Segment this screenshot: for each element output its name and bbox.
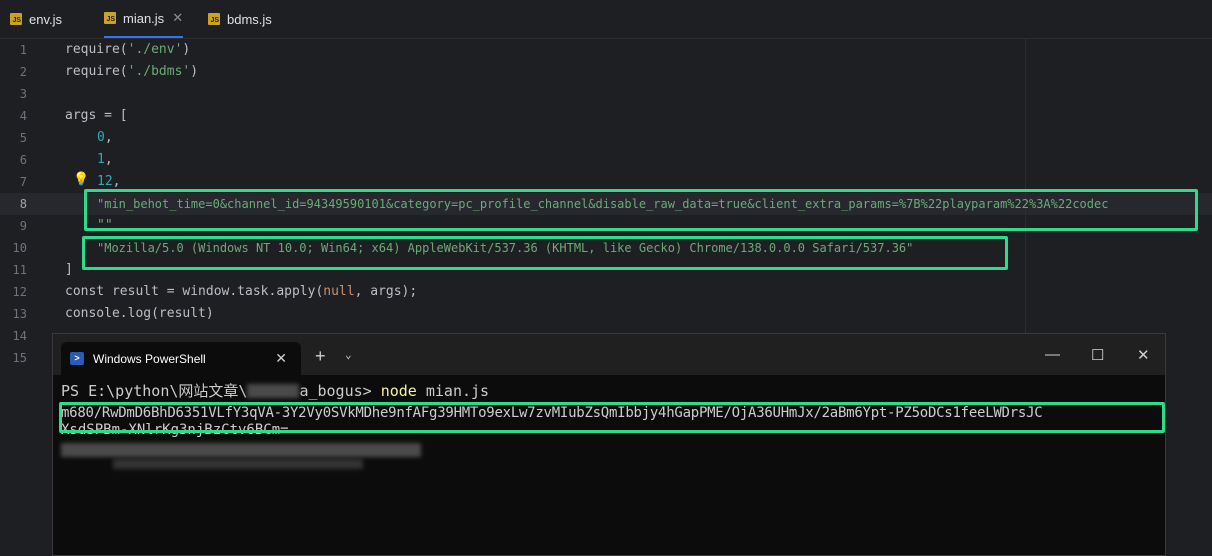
redacted-text xyxy=(247,384,300,398)
line-number: 15 xyxy=(12,351,27,365)
close-tab-icon[interactable]: ✕ xyxy=(275,350,287,367)
close-tab-icon[interactable]: ✕ xyxy=(172,10,183,26)
line-number: 2 xyxy=(19,65,27,79)
line-number: 1 xyxy=(19,43,27,57)
close-window-button[interactable]: ✕ xyxy=(1137,346,1150,364)
powershell-icon: > xyxy=(70,352,84,365)
redacted-text xyxy=(113,459,363,469)
line-number: 9 xyxy=(19,219,27,233)
js-file-icon: JS xyxy=(104,12,116,24)
lightbulb-icon[interactable]: 💡 xyxy=(73,172,89,187)
code-line-4: args = [ xyxy=(65,108,128,123)
line-number: 13 xyxy=(12,307,27,321)
tab-mian-js[interactable]: JS mian.js ✕ xyxy=(104,0,184,38)
redacted-prompt-line xyxy=(61,443,421,457)
line-number: 14 xyxy=(12,329,27,343)
tab-env-js[interactable]: JS env.js xyxy=(10,0,62,38)
maximize-button[interactable]: ☐ xyxy=(1091,346,1104,364)
powershell-window[interactable]: > Windows PowerShell ✕ + ⌄ — ☐ ✕ PS E:\p… xyxy=(52,333,1166,556)
line-number: 7 xyxy=(19,175,27,189)
line-number: 5 xyxy=(19,131,27,145)
terminal-prompt-line: PS E:\python\网站文章\ a_bogus> node mian.js xyxy=(61,382,490,400)
chevron-down-icon[interactable]: ⌄ xyxy=(345,348,352,361)
highlight-box-url-params xyxy=(84,189,1198,231)
code-line-11: ] xyxy=(65,262,73,277)
tab-label: mian.js xyxy=(123,10,165,26)
line-number-current: 8 xyxy=(19,197,27,211)
terminal-titlebar: > Windows PowerShell ✕ + ⌄ — ☐ ✕ xyxy=(53,334,1165,375)
line-number: 12 xyxy=(12,285,27,299)
line-number: 6 xyxy=(19,153,27,167)
line-number: 10 xyxy=(12,241,27,255)
terminal-tab-title: Windows PowerShell xyxy=(93,351,206,366)
tab-label: bdms.js xyxy=(227,11,272,27)
new-tab-button[interactable]: + xyxy=(315,346,326,367)
code-line-12: const result = window.task.apply(null, a… xyxy=(65,284,418,299)
line-number: 11 xyxy=(12,263,27,277)
highlight-box-output xyxy=(59,402,1165,433)
line-number: 4 xyxy=(19,109,27,123)
minimize-button[interactable]: — xyxy=(1045,346,1060,363)
code-line-6: 1, xyxy=(97,152,113,167)
js-file-icon: JS xyxy=(10,13,22,25)
tab-bdms-js[interactable]: JS bdms.js xyxy=(208,0,272,38)
code-line-1: require('./env') xyxy=(65,42,191,57)
code-line-5: 0, xyxy=(97,130,113,145)
highlight-box-user-agent xyxy=(82,236,1008,270)
terminal-tab[interactable]: > Windows PowerShell ✕ xyxy=(61,342,301,375)
tab-label: env.js xyxy=(29,11,62,27)
line-number: 3 xyxy=(19,87,27,101)
js-file-icon: JS xyxy=(208,13,220,25)
editor-tab-bar: JS env.js JS mian.js ✕ JS bdms.js xyxy=(0,0,1212,39)
code-line-13: console.log(result) xyxy=(65,306,214,321)
code-line-2: require('./bdms') xyxy=(65,64,199,79)
